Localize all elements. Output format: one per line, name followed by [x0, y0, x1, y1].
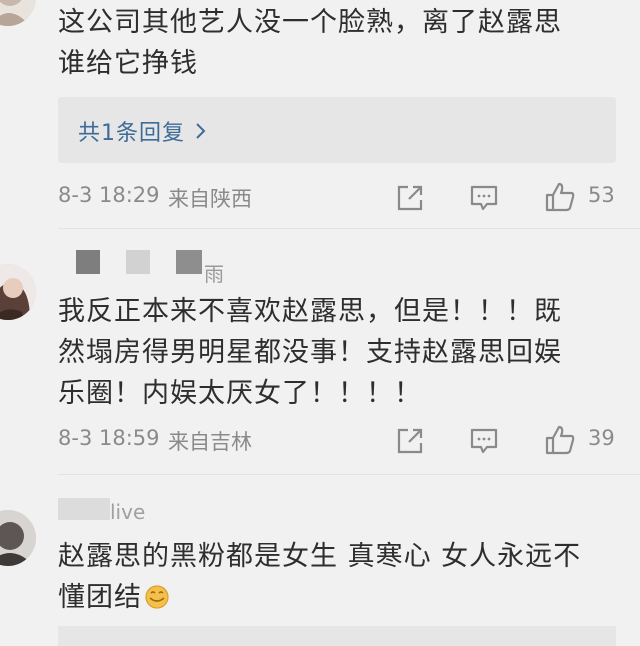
like-count: 53 — [588, 183, 615, 207]
comment-text-line: 这公司其他艺人没一个脸熟，离了赵露思 — [58, 7, 562, 38]
comment-meta: 8-3 18:29 来自陕西 53 — [58, 181, 628, 213]
comment-text: 赵露思的黑粉都是女生 真寒心 女人永远不 懂团结 — [58, 536, 628, 618]
comment-text: 我反正本来不喜欢赵露思，但是！！！既 然塌房得男明星都没事！支持赵露思回娱 乐圈… — [58, 291, 628, 414]
comment-text: 这公司其他艺人没一个脸熟，离了赵露思 谁给它挣钱 — [58, 2, 628, 84]
replies-box[interactable] — [58, 626, 616, 646]
comment-text-line: 赵露思的黑粉都是女生 真寒心 女人永远不 — [58, 541, 582, 572]
username-visible-part: live — [110, 500, 146, 524]
replies-box[interactable]: 共1条回复 — [58, 97, 616, 163]
comment-text-fragment: 懂团结 — [58, 582, 142, 613]
comment-text-line: 谁给它挣钱 — [58, 48, 198, 79]
face-emoji-icon — [145, 585, 169, 609]
comment-list: 这公司其他艺人没一个脸熟，离了赵露思 谁给它挣钱 共1条回复 8-3 18:29… — [0, 0, 640, 646]
comment-time: 8-3 18:29 — [58, 183, 160, 207]
chevron-right-icon — [196, 123, 206, 139]
divider — [58, 228, 640, 229]
blurred-username — [76, 250, 100, 274]
view-replies-link[interactable]: 共1条回复 — [78, 115, 207, 147]
comment-location: 来自吉林 — [168, 430, 252, 454]
comment-text-line: 我反正本来不喜欢赵露思，但是！！！既 — [58, 296, 562, 327]
like-count: 39 — [588, 426, 615, 450]
comment-meta: 8-3 18:59 来自吉林 39 — [58, 424, 628, 456]
comment-text-line: 乐圈！内娱太厌女了！！！！ — [58, 378, 422, 409]
divider — [58, 474, 640, 475]
comment-time: 8-3 18:59 — [58, 426, 160, 450]
share-icon[interactable] — [395, 183, 425, 213]
share-icon[interactable] — [395, 426, 425, 456]
avatar[interactable] — [0, 264, 36, 320]
username-visible-part: 雨 — [204, 262, 224, 286]
comment-location: 来自陕西 — [168, 187, 252, 211]
avatar[interactable] — [0, 510, 36, 566]
comment-text-line: 然塌房得男明星都没事！支持赵露思回娱 — [58, 337, 562, 368]
comment-icon[interactable] — [469, 426, 499, 456]
blurred-username — [126, 250, 150, 274]
comment-icon[interactable] — [469, 183, 499, 213]
avatar[interactable] — [0, 0, 36, 26]
thumbs-up-icon[interactable] — [544, 424, 576, 456]
replies-label: 共1条回复 — [78, 121, 185, 146]
comment-text-line: 懂团结 — [58, 577, 628, 618]
thumbs-up-icon[interactable] — [544, 181, 576, 213]
blurred-username — [58, 498, 110, 520]
blurred-username — [176, 250, 202, 274]
